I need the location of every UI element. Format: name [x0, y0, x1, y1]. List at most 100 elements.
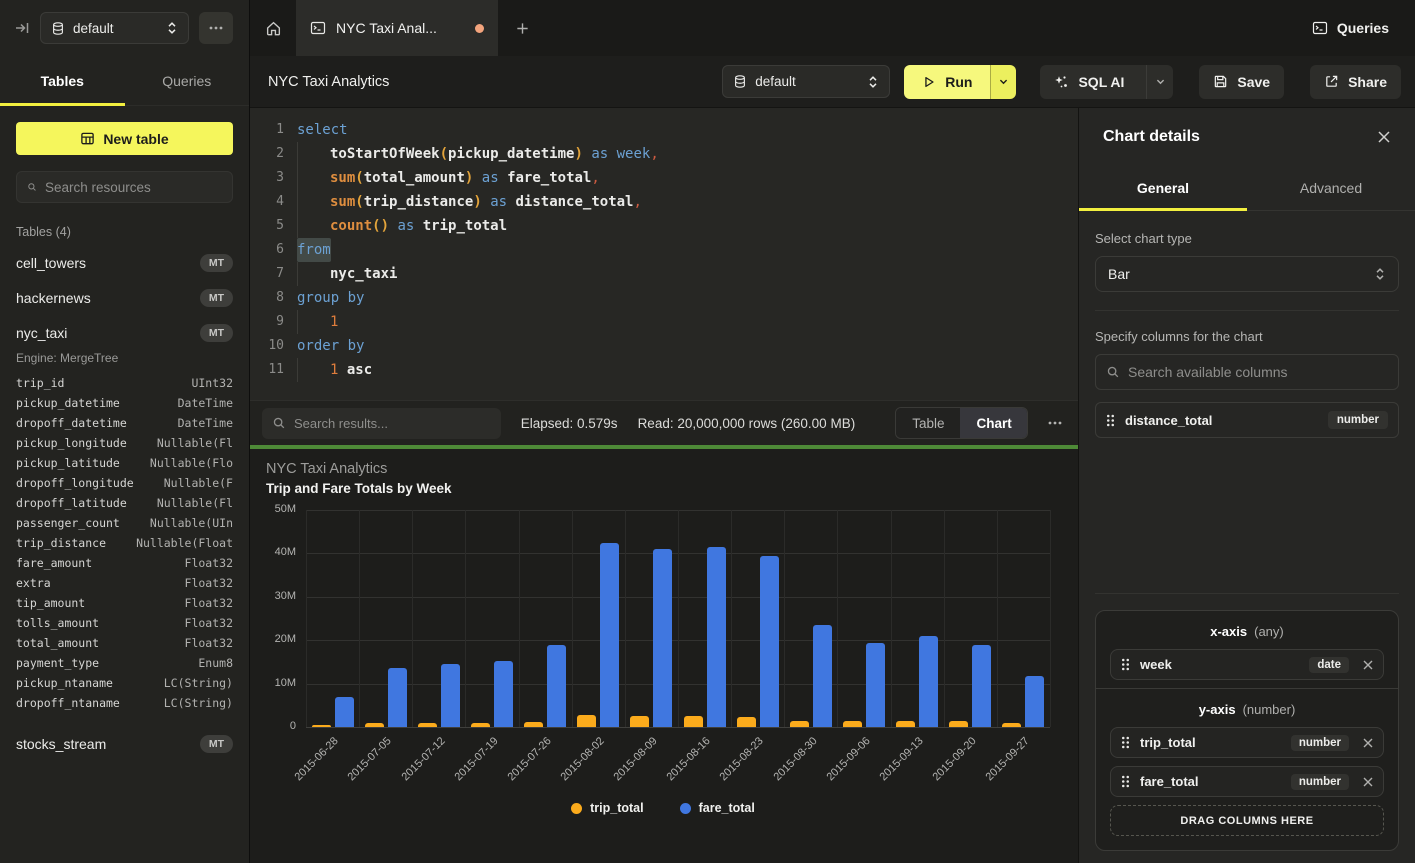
- query-tab[interactable]: NYC Taxi Anal...: [296, 0, 498, 56]
- bar-group: [997, 510, 1050, 727]
- save-button[interactable]: Save: [1199, 65, 1284, 99]
- y-tick-label: 10M: [275, 677, 296, 689]
- columns-search-input[interactable]: [1128, 364, 1388, 380]
- line-number: 7: [258, 262, 284, 286]
- column-name: passenger_count: [16, 516, 120, 530]
- sidebar-search-input[interactable]: [45, 180, 222, 195]
- chart-plot-row: 50M40M30M20M10M0: [266, 510, 1060, 727]
- share-button-label: Share: [1348, 74, 1387, 90]
- view-toggle: Table Chart: [895, 407, 1028, 439]
- x-tick-label: 2015-06-28: [293, 735, 341, 783]
- run-button[interactable]: Run: [904, 65, 990, 99]
- y-axis-column-row[interactable]: trip_totalnumber: [1110, 727, 1384, 758]
- remove-column-button[interactable]: [1363, 738, 1373, 748]
- line-number: 5: [258, 214, 284, 238]
- bar-fare_total: [919, 636, 938, 727]
- sidebar-table-row[interactable]: hackernewsMT: [16, 287, 233, 309]
- bar-group: [678, 510, 731, 727]
- table-name: cell_towers: [16, 255, 86, 271]
- main-area: NYC Taxi Anal... Queries NYC Taxi Analyt…: [250, 0, 1415, 863]
- results-more-button[interactable]: [1048, 421, 1062, 425]
- x-axis-column-row[interactable]: weekdate: [1110, 649, 1384, 680]
- results-search[interactable]: [262, 408, 501, 439]
- bar-fare_total: [653, 549, 672, 727]
- panel-tab-advanced[interactable]: Advanced: [1247, 166, 1415, 210]
- column-type: Nullable(Flo: [150, 456, 233, 470]
- collapse-sidebar-button[interactable]: [14, 20, 30, 36]
- editor-code: nyc_taxi: [297, 262, 397, 286]
- column-name: extra: [16, 576, 51, 590]
- database-icon: [733, 74, 747, 89]
- y-tick-label: 0: [290, 720, 296, 732]
- column-name: trip_distance: [16, 536, 106, 550]
- panel-divider: [1095, 310, 1399, 311]
- chevron-down-icon: [998, 76, 1009, 87]
- columns-search[interactable]: [1095, 354, 1399, 390]
- x-tick-label: 2015-07-12: [399, 735, 447, 783]
- panel-tab-general[interactable]: General: [1079, 166, 1247, 210]
- x-tick-label: 2015-08-09: [612, 735, 660, 783]
- sidebar-more-button[interactable]: [199, 12, 233, 44]
- legend-item[interactable]: trip_total: [571, 801, 643, 815]
- view-toggle-chart[interactable]: Chart: [960, 408, 1027, 438]
- query-database-selector[interactable]: default: [722, 65, 890, 98]
- editor-line: 10order by: [250, 334, 1078, 358]
- y-tick-label: 20M: [275, 633, 296, 645]
- chart-type-select-value: Bar: [1108, 266, 1130, 282]
- column-type: Enum8: [198, 656, 233, 670]
- bar-group: [731, 510, 784, 727]
- sidebar-search[interactable]: [16, 171, 233, 203]
- tables-list: cell_towersMThackernewsMTnyc_taxiMTEngin…: [16, 252, 233, 755]
- column-type: Float32: [185, 576, 233, 590]
- editor-line: 1select: [250, 118, 1078, 142]
- tables-section-label: Tables (4): [16, 225, 233, 239]
- editor-line: 5count() as trip_total: [250, 214, 1078, 238]
- sql-editor[interactable]: 1select2toStartOfWeek(pickup_datetime) a…: [250, 108, 1078, 400]
- drag-handle[interactable]: [1121, 736, 1130, 749]
- remove-column-button[interactable]: [1363, 660, 1373, 670]
- database-selector[interactable]: default: [40, 12, 189, 44]
- query-title: NYC Taxi Analytics: [268, 74, 722, 90]
- sql-ai-button[interactable]: SQL AI: [1040, 65, 1137, 99]
- drag-handle[interactable]: [1121, 775, 1130, 788]
- panel-close-button[interactable]: [1377, 130, 1391, 144]
- sidebar-table-row[interactable]: stocks_streamMT: [16, 733, 233, 755]
- sidebar-table-row[interactable]: nyc_taxi MT: [16, 322, 233, 344]
- drag-handle[interactable]: [1106, 414, 1115, 427]
- legend-label: fare_total: [699, 801, 755, 815]
- column-name: tolls_amount: [16, 616, 99, 630]
- column-type-badge: number: [1291, 735, 1349, 751]
- table-engine-badge: MT: [200, 324, 233, 342]
- drag-handle-icon: [1106, 414, 1115, 427]
- sidebar-table-row[interactable]: cell_towersMT: [16, 252, 233, 274]
- chart-type-select[interactable]: Bar: [1095, 256, 1399, 292]
- legend-item[interactable]: fare_total: [680, 801, 755, 815]
- new-table-button[interactable]: New table: [16, 122, 233, 155]
- editor-line: 4sum(trip_distance) as distance_total,: [250, 190, 1078, 214]
- view-toggle-table[interactable]: Table: [896, 408, 960, 438]
- sidebar-tab-tables[interactable]: Tables: [0, 56, 125, 105]
- queries-button[interactable]: Queries: [1312, 20, 1389, 36]
- column-row: extra Float32: [16, 573, 233, 593]
- remove-column-button[interactable]: [1363, 777, 1373, 787]
- drag-handle[interactable]: [1121, 658, 1130, 671]
- results-search-input[interactable]: [294, 416, 491, 431]
- sql-ai-options-button[interactable]: [1146, 65, 1173, 99]
- y-axis-column-row[interactable]: fare_totalnumber: [1110, 766, 1384, 797]
- available-column-row[interactable]: distance_totalnumber: [1095, 402, 1399, 438]
- column-type: Float32: [185, 556, 233, 570]
- drag-columns-dropzone[interactable]: DRAG COLUMNS HERE: [1110, 805, 1384, 836]
- unsaved-changes-dot: [475, 24, 484, 33]
- remove-icon: [1363, 738, 1373, 748]
- home-button[interactable]: [250, 0, 296, 56]
- table-name: nyc_taxi: [16, 325, 67, 341]
- column-row: pickup_ntanameLC(String): [16, 673, 233, 693]
- sql-ai-button-group: SQL AI: [1040, 65, 1173, 99]
- tab-strip: NYC Taxi Anal... Queries: [250, 0, 1415, 56]
- sidebar-tab-queries[interactable]: Queries: [125, 56, 250, 105]
- share-button[interactable]: Share: [1310, 65, 1401, 99]
- column-row: trip_distanceNullable(Float: [16, 533, 233, 553]
- line-number: 8: [258, 286, 284, 310]
- new-tab-button[interactable]: [498, 0, 546, 56]
- run-options-button[interactable]: [990, 65, 1016, 99]
